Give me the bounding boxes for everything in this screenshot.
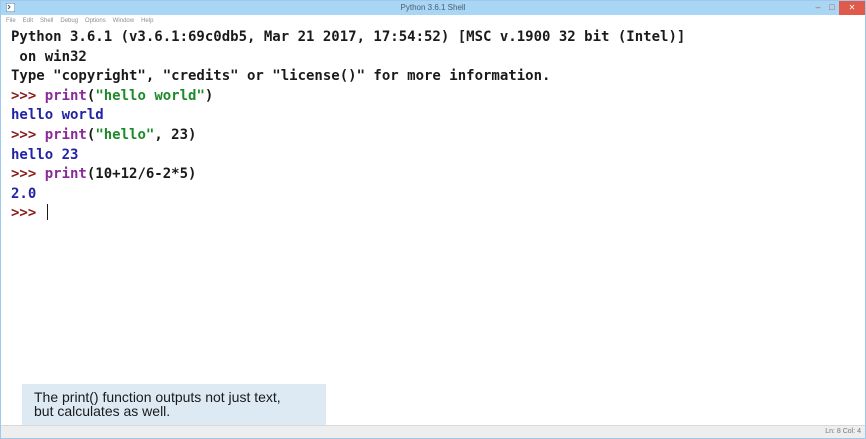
- call-arguments: (10+12/6-2*5): [86, 166, 197, 183]
- close-button[interactable]: ✕: [839, 1, 865, 15]
- output-line-1: hello world: [11, 107, 104, 124]
- maximize-button[interactable]: □: [825, 1, 839, 15]
- prompt: >>>: [11, 87, 45, 104]
- banner-line-version: Python 3.6.1 (v3.6.1:69c0db5, Mar 21 201…: [11, 29, 686, 45]
- string-literal: "hello": [95, 126, 155, 143]
- string-literal: "hello world": [95, 87, 205, 104]
- active-prompt-line[interactable]: >>>: [11, 204, 865, 224]
- builtin-print: print: [44, 87, 87, 104]
- status-bar: Ln: 8 Col: 4: [1, 425, 865, 438]
- banner-line-info: Type "copyright", "credits" or "license(…: [11, 68, 551, 85]
- text-cursor: [46, 204, 48, 221]
- window-controls: – □ ✕: [811, 1, 865, 15]
- caption-line-2: but calculates as well.: [34, 403, 171, 419]
- caption-line-1: The print() function outputs not just te…: [34, 389, 281, 405]
- menu-window[interactable]: Window: [113, 15, 134, 28]
- output-line-2: hello 23: [11, 146, 79, 163]
- menu-help[interactable]: Help: [141, 15, 153, 28]
- menu-file[interactable]: File: [6, 15, 16, 28]
- prompt: >>>: [11, 126, 45, 143]
- idle-shell-window: Python 3.6.1 Shell – □ ✕ File Edit Shell…: [0, 0, 866, 439]
- window-title: Python 3.6.1 Shell: [400, 3, 466, 12]
- prompt: >>>: [11, 205, 45, 222]
- builtin-print: print: [44, 166, 87, 183]
- menu-bar: File Edit Shell Debug Options Window Hel…: [1, 15, 865, 28]
- banner-line-platform: on win32: [11, 48, 87, 65]
- menu-options[interactable]: Options: [85, 15, 106, 28]
- call-arguments: , 23): [154, 126, 197, 143]
- menu-debug[interactable]: Debug: [60, 15, 78, 28]
- builtin-print: print: [44, 126, 87, 143]
- prompt: >>>: [11, 166, 45, 183]
- output-line-3: 2.0: [11, 185, 37, 202]
- paren-close: ): [204, 87, 214, 104]
- command-line-2: >>> print("hello", 23): [11, 126, 865, 146]
- command-line-1: >>> print("hello world"): [11, 87, 865, 107]
- command-line-3: >>> print(10+12/6-2*5): [11, 165, 865, 185]
- minimize-button[interactable]: –: [811, 1, 825, 15]
- menu-edit[interactable]: Edit: [23, 15, 33, 28]
- shell-output-area[interactable]: Python 3.6.1 (v3.6.1:69c0db5, Mar 21 201…: [1, 28, 865, 426]
- menu-shell[interactable]: Shell: [40, 15, 53, 28]
- cursor-position-status: Ln: 8 Col: 4: [825, 428, 861, 435]
- title-bar[interactable]: Python 3.6.1 Shell – □ ✕: [1, 1, 865, 15]
